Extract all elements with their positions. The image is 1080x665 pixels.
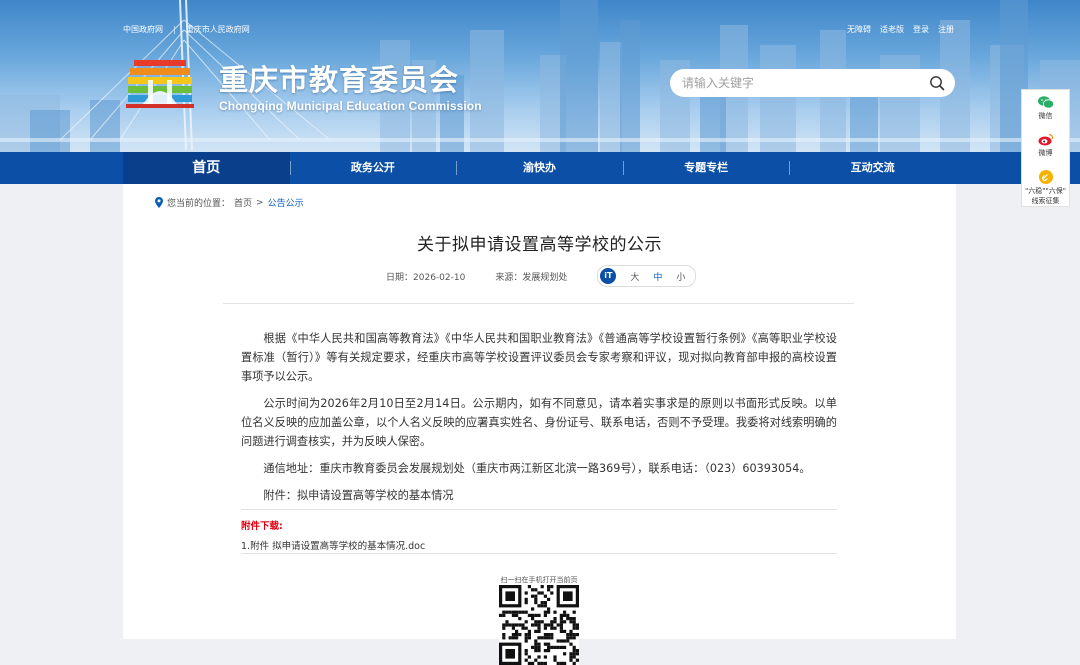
article-container: 您当前的位置： 首页 > 公告公示 关于拟申请设置高等学校的公示 日期：2026… <box>123 184 956 665</box>
nav-special-topics[interactable]: 专题专栏 <box>622 152 790 184</box>
publish-date: 日期：2026-02-10 <box>386 270 465 283</box>
accessibility-link[interactable]: 无障碍 <box>847 24 871 35</box>
font-size-medium[interactable]: 中 <box>653 270 662 283</box>
article-title: 关于拟申请设置高等学校的公示 <box>417 235 662 255</box>
date-value: 2026-02-10 <box>413 272 466 283</box>
attachment-divider-top <box>241 509 837 510</box>
nav-yukuaiban[interactable]: 渝快办 <box>456 152 623 184</box>
source-label: 来源： <box>495 272 523 283</box>
breadcrumb-label: 您当前的位置： <box>167 199 231 209</box>
title-divider <box>223 303 854 304</box>
font-size-large[interactable]: 大 <box>630 270 639 283</box>
search-box <box>670 69 955 97</box>
font-size-icon: iT <box>600 268 617 284</box>
breadcrumb-current[interactable]: 公告公示 <box>268 196 304 209</box>
breadcrumb-separator: > <box>256 197 264 208</box>
qr-caption: 扫一扫在手机打开当前页 <box>500 576 578 584</box>
attachments-title: 附件下载: <box>241 521 283 532</box>
wechat-icon <box>1037 96 1054 109</box>
source-value: 发展规划处 <box>522 272 568 283</box>
source: 来源：发展规划处 <box>495 270 567 283</box>
report-clue-link[interactable]: "六稳""六保" 线索征集 <box>1022 170 1069 206</box>
nav-interaction[interactable]: 互动交流 <box>789 152 956 184</box>
link-icon <box>1038 170 1053 184</box>
search-input[interactable] <box>682 75 912 91</box>
font-size-small[interactable]: 小 <box>676 270 685 283</box>
nav-home[interactable]: 首页 <box>123 152 290 184</box>
paragraph: 附件：拟申请设置高等学校的基本情况 <box>263 489 454 502</box>
site-header: 中国政府网 | 重庆市人民政府网 无障碍 适老版 登录 注册 重庆市教育委员会 … <box>0 0 1080 152</box>
main-nav: 首页 政务公开 渝快办 专题专栏 互动交流 <box>0 152 1080 184</box>
nav-government-affairs[interactable]: 政务公开 <box>289 152 457 184</box>
report-line-1: "六稳""六保" <box>1025 187 1066 195</box>
breadcrumb: 您当前的位置： 首页 > 公告公示 <box>155 196 304 209</box>
site-subtitle: Chongqing Municipal Education Commission <box>219 99 482 113</box>
register-link[interactable]: 注册 <box>938 24 954 35</box>
paragraph: 公示时间为2026年2月10日至2月14日。公示期内，如有不同意见，请本着实事求… <box>241 397 837 448</box>
top-links-right: 无障碍 适老版 登录 注册 <box>847 24 954 35</box>
breadcrumb-home[interactable]: 首页 <box>234 196 252 209</box>
gov-link[interactable]: 中国政府网 <box>123 24 163 35</box>
attachment-link[interactable]: 1.附件 拟申请设置高等学校的基本情况.doc <box>241 538 425 552</box>
article-body: 根据《中华人民共和国高等教育法》《中华人民共和国职业教育法》《普通高等学校设置暂… <box>241 329 837 513</box>
location-pin-icon <box>155 197 163 208</box>
date-label: 日期： <box>386 272 414 283</box>
search-icon[interactable] <box>929 75 945 91</box>
wechat-share[interactable]: 微信 <box>1022 96 1069 121</box>
font-size-switcher: iT 大 中 小 <box>597 265 697 287</box>
link-separator: | <box>173 25 176 34</box>
paragraph: 通信地址：重庆市教育委员会发展规划处（重庆市两江新区北滨一路369号），联系电话… <box>263 462 811 475</box>
weibo-share[interactable]: 微博 <box>1022 133 1069 158</box>
weibo-icon <box>1038 133 1053 146</box>
attachment-divider-bottom <box>241 553 837 554</box>
article-meta: 日期：2026-02-10 来源：发展规划处 iT 大 中 小 <box>386 265 697 287</box>
elderly-mode-link[interactable]: 适老版 <box>880 24 904 35</box>
site-title: 重庆市教育委员会 <box>219 63 460 97</box>
commission-logo <box>126 60 194 108</box>
top-links-left: 中国政府网 | 重庆市人民政府网 <box>123 24 250 35</box>
qr-code <box>499 585 579 665</box>
side-share-panel: 微信 微博 "六稳""六保" 线索征集 <box>1021 89 1070 207</box>
login-link[interactable]: 登录 <box>913 24 929 35</box>
cq-gov-link[interactable]: 重庆市人民政府网 <box>186 24 250 35</box>
report-line-2: 线索征集 <box>1031 197 1060 205</box>
weibo-label: 微博 <box>1038 149 1053 157</box>
wechat-label: 微信 <box>1038 112 1053 120</box>
paragraph: 根据《中华人民共和国高等教育法》《中华人民共和国职业教育法》《普通高等学校设置暂… <box>241 332 837 383</box>
